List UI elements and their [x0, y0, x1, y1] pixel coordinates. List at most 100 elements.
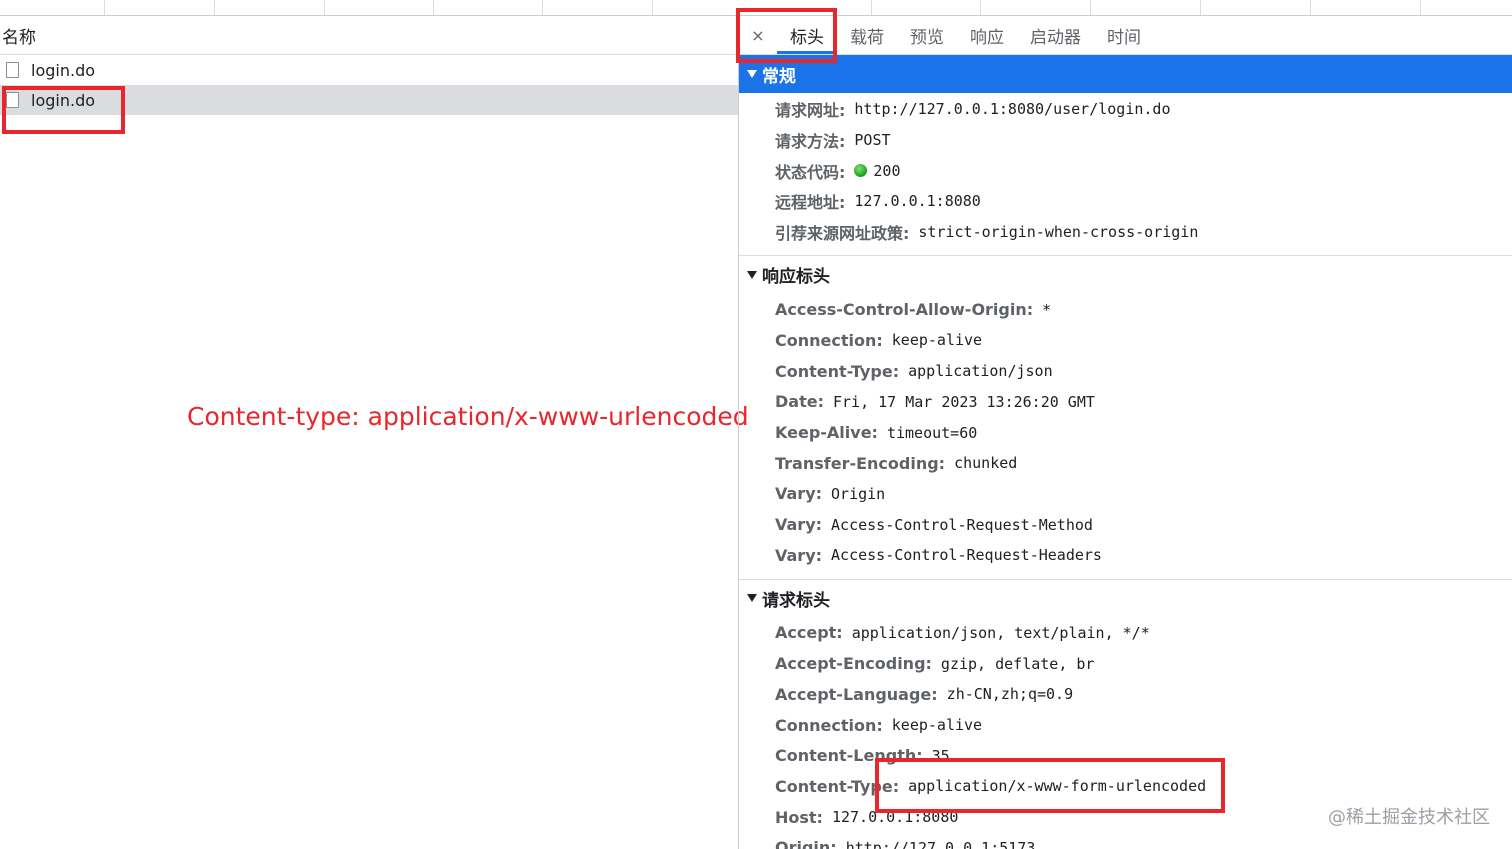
tab-initiator[interactable]: 启动器 [1017, 16, 1094, 54]
tab-headers[interactable]: 标头 [777, 16, 837, 54]
header-name: Vary: [775, 484, 823, 504]
network-timeline [0, 0, 1512, 16]
header-name: Content-Type: [775, 361, 900, 381]
header-name: Vary: [775, 515, 823, 535]
triangle-down-icon [747, 594, 757, 603]
header-value[interactable]: application/json [908, 362, 1053, 380]
header-row: Origin: http://127.0.0.1:5173 [775, 832, 1512, 849]
header-value[interactable]: 35 [932, 747, 950, 765]
detail-tabbar: × 标头 载荷 预览 响应 启动器 时间 [739, 16, 1512, 55]
header-row: 请求方法: POST [775, 125, 1512, 156]
header-row: Content-Length: 35 [775, 740, 1512, 771]
header-value[interactable]: http://127.0.0.1:8080/user/login.do [854, 100, 1170, 118]
request-detail-pane: × 标头 载荷 预览 响应 启动器 时间 常规 请求网址: http://127.… [739, 16, 1512, 849]
header-row: Content-Type: application/x-www-form-urle… [775, 771, 1512, 802]
header-value[interactable]: POST [854, 131, 890, 149]
timeline-tick [214, 0, 215, 15]
annotation-text: Content-type: application/x-www-urlencod… [187, 402, 749, 431]
header-value[interactable]: 127.0.0.1:8080 [854, 192, 980, 210]
header-row: Accept: application/json, text/plain, */* [775, 618, 1512, 649]
header-name: Content-Length: [775, 746, 923, 766]
header-value[interactable]: application/json, text/plain, */* [852, 624, 1150, 642]
header-row: Vary: Access-Control-Request-Headers [775, 540, 1512, 571]
header-value[interactable]: application/x-www-form-urlencoded [908, 777, 1206, 795]
header-row: 远程地址: 127.0.0.1:8080 [775, 186, 1512, 217]
section-title: 常规 [762, 66, 796, 87]
timeline-tick [871, 0, 872, 15]
tab-preview[interactable]: 预览 [897, 16, 957, 54]
general-rows: 请求网址: http://127.0.0.1:8080/user/login.do… [739, 93, 1512, 255]
header-name: 请求方法: [775, 132, 846, 152]
header-name: 请求网址: [775, 101, 846, 121]
header-name: Access-Control-Allow-Origin: [775, 300, 1034, 320]
response-header-rows: Access-Control-Allow-Origin: * Connection… [739, 293, 1512, 578]
header-value[interactable]: * [1042, 301, 1051, 319]
header-row: 引荐来源网址政策: strict-origin-when-cross-origin [775, 217, 1512, 248]
header-name: Connection: [775, 715, 883, 735]
request-name: login.do [31, 60, 96, 80]
header-name: Vary: [775, 545, 823, 565]
general-section: 常规 请求网址: http://127.0.0.1:8080/user/login… [739, 55, 1512, 257]
status-ok-icon [854, 164, 868, 178]
tab-response[interactable]: 响应 [957, 16, 1017, 54]
header-row: Content-Type: application/json [775, 356, 1512, 387]
header-value[interactable]: Access-Control-Request-Headers [831, 546, 1102, 564]
name-column-header[interactable]: 名称 [0, 16, 738, 55]
general-section-header[interactable]: 常规 [739, 55, 1512, 93]
header-value[interactable]: Access-Control-Request-Method [831, 516, 1093, 534]
request-list-pane: 名称 login.do login.do Content-type: appli… [0, 16, 749, 849]
request-name: login.do [31, 90, 96, 110]
header-row: 请求网址: http://127.0.0.1:8080/user/login.do [775, 94, 1512, 125]
timeline-tick [104, 0, 105, 15]
header-row: Accept-Encoding: gzip, deflate, br [775, 648, 1512, 679]
document-icon [6, 62, 19, 78]
header-value[interactable]: zh-CN,zh;q=0.9 [947, 685, 1073, 703]
header-name: 引荐来源网址政策: [775, 224, 910, 244]
header-name: Transfer-Encoding: [775, 453, 946, 473]
header-value[interactable]: keep-alive [892, 716, 982, 734]
header-row: Vary: Origin [775, 479, 1512, 510]
header-row: Connection: keep-alive [775, 325, 1512, 356]
header-name: Date: [775, 392, 824, 412]
timeline-tick [324, 0, 325, 15]
header-value[interactable]: strict-origin-when-cross-origin [918, 223, 1198, 241]
header-value[interactable]: keep-alive [892, 331, 982, 349]
header-name: Accept: [775, 623, 843, 643]
tab-payload[interactable]: 载荷 [837, 16, 897, 54]
header-name: Keep-Alive: [775, 423, 878, 443]
header-value[interactable]: gzip, deflate, br [941, 655, 1095, 673]
header-value[interactable]: Fri, 17 Mar 2023 13:26:20 GMT [833, 393, 1095, 411]
header-row: Access-Control-Allow-Origin: * [775, 294, 1512, 325]
header-row: 状态代码: 200 [775, 155, 1512, 186]
timeline-tick [542, 0, 543, 15]
header-value[interactable]: chunked [954, 454, 1017, 472]
tab-timing[interactable]: 时间 [1094, 16, 1154, 54]
header-name: Origin: [775, 838, 837, 849]
close-icon[interactable]: × [739, 26, 777, 45]
timeline-tick [1310, 0, 1311, 15]
request-headers-header[interactable]: 请求标头 [739, 580, 1512, 617]
header-value[interactable]: 127.0.0.1:8080 [832, 808, 958, 826]
header-name: 状态代码: [775, 162, 846, 182]
header-name: Content-Type: [775, 776, 900, 796]
name-column-label: 名称 [2, 27, 36, 48]
request-row[interactable]: login.do [0, 55, 738, 85]
section-title: 响应标头 [762, 267, 830, 288]
header-value[interactable]: timeout=60 [887, 424, 977, 442]
timeline-tick [433, 0, 434, 15]
header-row: Connection: keep-alive [775, 710, 1512, 741]
timeline-tick [1420, 0, 1421, 15]
header-value[interactable]: 200 [873, 162, 900, 180]
header-value[interactable]: Origin [831, 485, 885, 503]
triangle-down-icon [747, 270, 757, 279]
header-name: 远程地址: [775, 193, 846, 213]
section-title: 请求标头 [762, 590, 830, 611]
watermark-text: @稀土掘金技术社区 [1328, 807, 1490, 828]
header-name: Connection: [775, 330, 883, 350]
header-value[interactable]: http://127.0.0.1:5173 [846, 839, 1036, 849]
request-row-selected[interactable]: login.do [0, 85, 738, 115]
header-name: Accept-Encoding: [775, 654, 932, 674]
timeline-tick [652, 0, 653, 15]
header-name: Accept-Language: [775, 684, 938, 704]
response-headers-header[interactable]: 响应标头 [739, 256, 1512, 293]
